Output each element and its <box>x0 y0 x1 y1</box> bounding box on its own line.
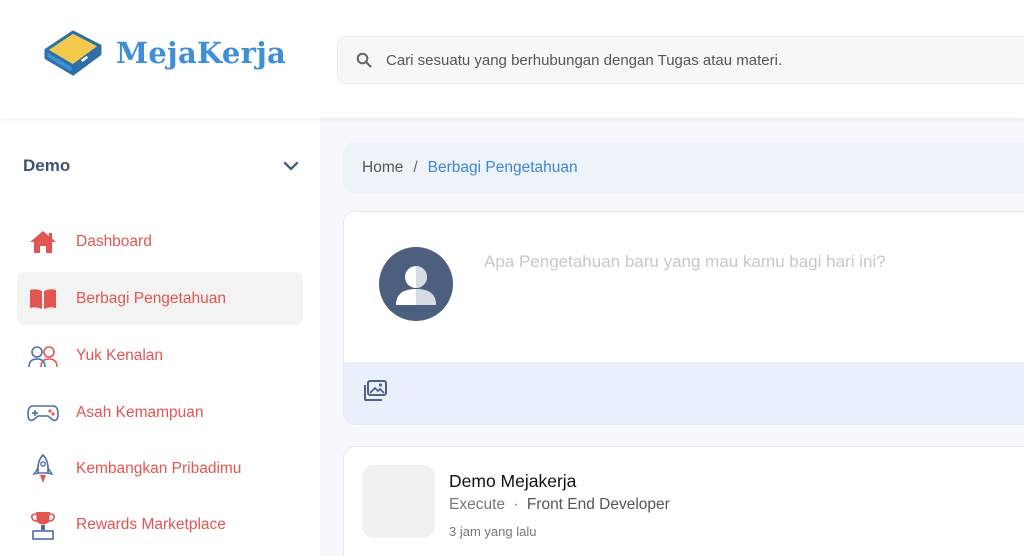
sidebar-item-label: Asah Kemampuan <box>76 403 204 421</box>
sidebar-item-asah-kemampuan[interactable]: Asah Kemampuan <box>17 386 303 439</box>
post-author-meta: Execute · Front End Developer <box>449 496 670 514</box>
sidebar-item-dashboard[interactable]: Dashboard <box>17 215 303 268</box>
sidebar-item-label: Kembangkan Pribadimu <box>76 459 242 477</box>
chevron-down-icon[interactable] <box>283 161 299 171</box>
post-author-role: Front End Developer <box>526 496 670 513</box>
user-silhouette-icon <box>396 266 436 305</box>
breadcrumb: Home / Berbagi Pengetahuan <box>343 142 1024 193</box>
sidebar: Demo Dashboard Berbagi Pengetahuan Yuk K… <box>0 118 320 556</box>
post-author-avatar[interactable] <box>362 465 435 538</box>
sidebar-item-label: Berbagi Pengetahuan <box>76 289 226 307</box>
post-composer <box>343 211 1024 425</box>
avatar <box>379 247 453 321</box>
sidebar-item-label: Yuk Kenalan <box>76 346 164 364</box>
sidebar-item-rewards-marketplace[interactable]: Rewards Marketplace <box>17 498 303 551</box>
post-timestamp: 3 jam yang lalu <box>449 524 537 539</box>
home-icon <box>27 226 59 258</box>
brand-name: MejaKerja <box>116 36 287 70</box>
gamepad-icon <box>27 397 59 429</box>
top-header: MejaKerja <box>0 0 1024 118</box>
composer-toolbar <box>344 362 1024 424</box>
open-book-icon <box>27 283 59 315</box>
people-icon <box>27 340 59 372</box>
post-author-org: Execute <box>449 496 506 513</box>
workspace-selector[interactable]: Demo <box>23 156 299 176</box>
rocket-icon <box>27 453 59 485</box>
breadcrumb-home[interactable]: Home <box>362 159 403 177</box>
search-input[interactable] <box>386 51 986 69</box>
workspace-name: Demo <box>23 156 71 175</box>
sidebar-item-yuk-kenalan[interactable]: Yuk Kenalan <box>17 329 303 382</box>
sidebar-item-label: Dashboard <box>76 232 152 250</box>
post-card: Demo Mejakerja Execute · Front End Devel… <box>343 446 1024 556</box>
trophy-icon <box>27 509 59 541</box>
search-bar[interactable] <box>337 36 1024 84</box>
sidebar-item-berbagi-pengetahuan[interactable]: Berbagi Pengetahuan <box>17 272 303 325</box>
composer-input[interactable] <box>484 252 1004 272</box>
search-icon <box>356 52 372 68</box>
breadcrumb-separator: / <box>413 158 418 176</box>
post-meta-dot: · <box>513 496 519 513</box>
image-gallery-icon[interactable] <box>360 378 390 404</box>
brand-logo[interactable]: MejaKerja <box>42 28 286 78</box>
desk-laptop-logo-icon <box>44 30 102 76</box>
sidebar-item-label: Rewards Marketplace <box>76 515 226 533</box>
sidebar-item-kembangkan-pribadimu[interactable]: Kembangkan Pribadimu <box>17 442 303 495</box>
post-author-name[interactable]: Demo Mejakerja <box>449 471 576 492</box>
breadcrumb-current: Berbagi Pengetahuan <box>427 158 578 176</box>
